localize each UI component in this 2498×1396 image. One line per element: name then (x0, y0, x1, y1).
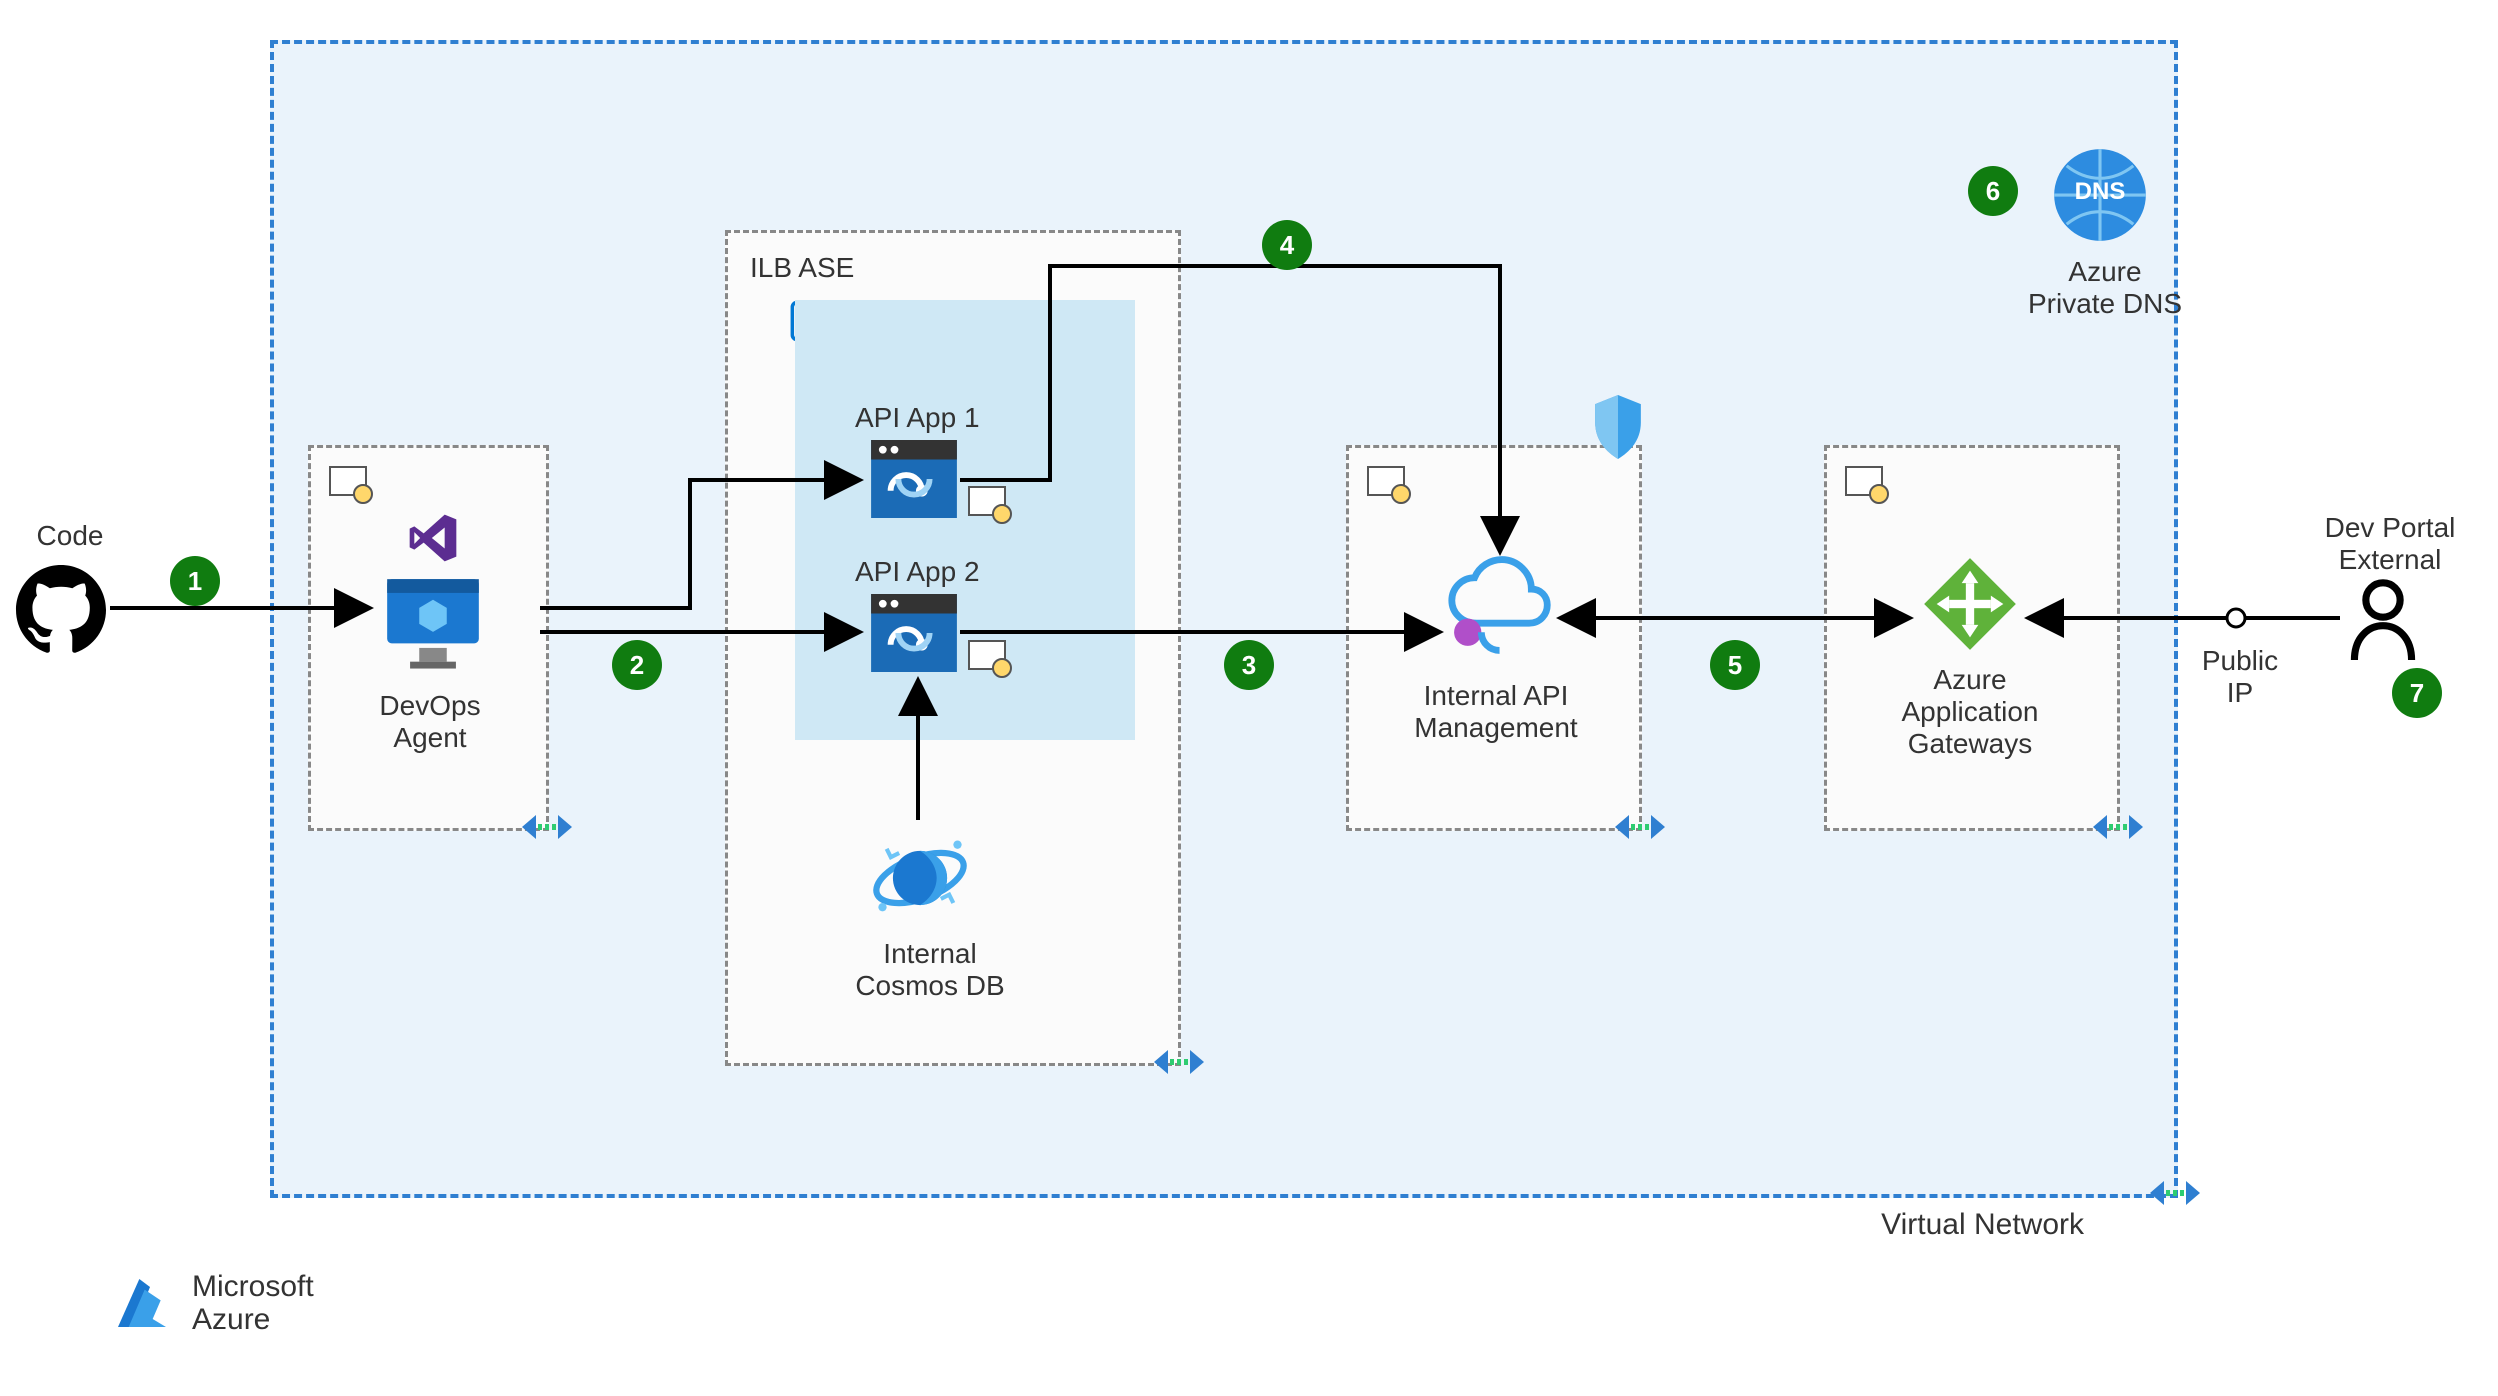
brand-name: Microsoft (192, 1270, 314, 1303)
azure-logo: Microsoft Azure (110, 1270, 314, 1336)
step-3-badge: 3 (1224, 640, 1274, 690)
brand-product: Azure (192, 1303, 314, 1336)
connectors (0, 0, 2498, 1396)
azure-logo-icon (110, 1271, 174, 1335)
step-5-badge: 5 (1710, 640, 1760, 690)
step-4-badge: 4 (1262, 220, 1312, 270)
step-2-badge: 2 (612, 640, 662, 690)
step-1-badge: 1 (170, 556, 220, 606)
step-6-badge: 6 (1968, 166, 2018, 216)
step-7-badge: 7 (2392, 668, 2442, 718)
